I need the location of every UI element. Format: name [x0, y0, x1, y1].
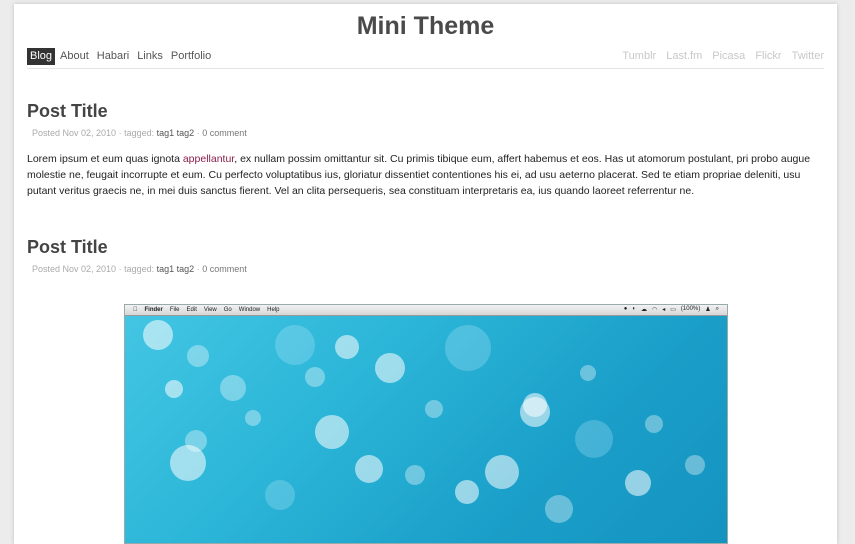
post-title[interactable]: Post Title: [27, 236, 812, 258]
menu-view: View: [199, 307, 217, 313]
nav-link-blog[interactable]: Blog: [27, 48, 56, 65]
bokeh-light: [165, 380, 183, 398]
nav-social: Tumblr Last.fm Picasa Flickr Twitter: [612, 48, 824, 65]
tag-link[interactable]: tag2: [177, 264, 195, 274]
bokeh-light: [275, 325, 315, 365]
nav-link-habari[interactable]: Habari: [94, 48, 132, 65]
wifi-icon: ◠: [651, 307, 658, 313]
nav-link-portfolio[interactable]: Portfolio: [168, 48, 214, 65]
post-tagged-label: tagged:: [124, 264, 155, 274]
post-date: Posted Nov 02, 2010: [32, 128, 117, 138]
menu-edit: Edit: [182, 307, 197, 313]
menubar-status-icons: ● ◐ ☁ ◠ ◂ ▭ (100%) ♟ ⌕: [624, 306, 719, 313]
social-link-flickr[interactable]: Flickr: [745, 48, 781, 65]
post-title[interactable]: Post Title: [27, 100, 812, 122]
post-2: Post Title Posted Nov 02, 2010 · tagged:…: [27, 236, 812, 275]
menu-help: Help: [262, 307, 279, 313]
bokeh-light: [455, 480, 479, 504]
post-date: Posted Nov 02, 2010: [32, 264, 117, 274]
bokeh-light: [445, 325, 491, 371]
status-icon: ◐: [632, 306, 636, 312]
post-meta: Posted Nov 02, 2010 · tagged: tag1 tag2 …: [32, 128, 247, 138]
bokeh-light: [143, 320, 173, 350]
post-image-desktop-screenshot:  Finder File Edit View Go Window Help ●…: [124, 304, 728, 544]
comment-link[interactable]: 0 comment: [202, 128, 247, 138]
comment-link[interactable]: 0 comment: [202, 264, 247, 274]
page-container: Mini Theme Blog About Habari Links Portf…: [14, 4, 837, 544]
status-icon: ☁: [640, 307, 647, 313]
bokeh-light: [170, 445, 206, 481]
bokeh-light: [520, 397, 550, 427]
tag-link[interactable]: tag1: [157, 264, 175, 274]
bokeh-light: [685, 455, 705, 475]
bokeh-light: [187, 345, 209, 367]
post-tagged-label: tagged:: [124, 128, 155, 138]
bokeh-light: [335, 335, 359, 359]
menu-go: Go: [219, 307, 232, 313]
bokeh-light: [375, 353, 405, 383]
bokeh-light: [305, 367, 325, 387]
bokeh-light: [220, 375, 246, 401]
tag-link[interactable]: tag1: [157, 128, 175, 138]
post-body: Lorem ipsum et eum quas ignota appellant…: [27, 153, 811, 197]
tag-link[interactable]: tag2: [177, 128, 195, 138]
nav-pages: Blog About Habari Links Portfolio: [27, 48, 216, 65]
bokeh-light: [245, 410, 261, 426]
site-title[interactable]: Mini Theme: [14, 12, 837, 41]
nav-link-about[interactable]: About: [57, 48, 92, 65]
menu-file: File: [165, 307, 180, 313]
main-navigation: Blog About Habari Links Portfolio Tumblr…: [27, 48, 824, 69]
bokeh-light: [545, 495, 573, 523]
post-meta: Posted Nov 02, 2010 · tagged: tag1 tag2 …: [32, 264, 247, 274]
battery-percent: (100%): [680, 306, 701, 312]
social-link-tumblr[interactable]: Tumblr: [612, 48, 656, 65]
battery-icon: ▭: [670, 307, 676, 313]
menu-window: Window: [234, 307, 260, 313]
bokeh-light: [485, 455, 519, 489]
menu-finder: Finder: [140, 307, 163, 313]
post-1: Post Title Posted Nov 02, 2010 · tagged:…: [27, 100, 812, 210]
bokeh-light: [405, 465, 425, 485]
social-link-twitter[interactable]: Twitter: [782, 48, 824, 65]
user-icon: ♟: [705, 307, 711, 313]
bokeh-light: [315, 415, 349, 449]
bokeh-light: [645, 415, 663, 433]
bokeh-light: [265, 480, 295, 510]
inline-link[interactable]: appellantur: [183, 153, 234, 165]
spotlight-icon: ⌕: [715, 306, 719, 312]
volume-icon: ◂: [662, 307, 666, 313]
mac-menubar:  Finder File Edit View Go Window Help ●…: [125, 305, 727, 316]
social-link-lastfm[interactable]: Last.fm: [656, 48, 702, 65]
bokeh-light: [625, 470, 651, 496]
bokeh-light: [355, 455, 383, 483]
bokeh-light: [575, 420, 613, 458]
nav-link-links[interactable]: Links: [134, 48, 166, 65]
status-icon: ●: [623, 306, 628, 312]
bokeh-light: [580, 365, 596, 381]
social-link-picasa[interactable]: Picasa: [702, 48, 745, 65]
bokeh-light: [425, 400, 443, 418]
apple-icon: : [133, 307, 138, 313]
